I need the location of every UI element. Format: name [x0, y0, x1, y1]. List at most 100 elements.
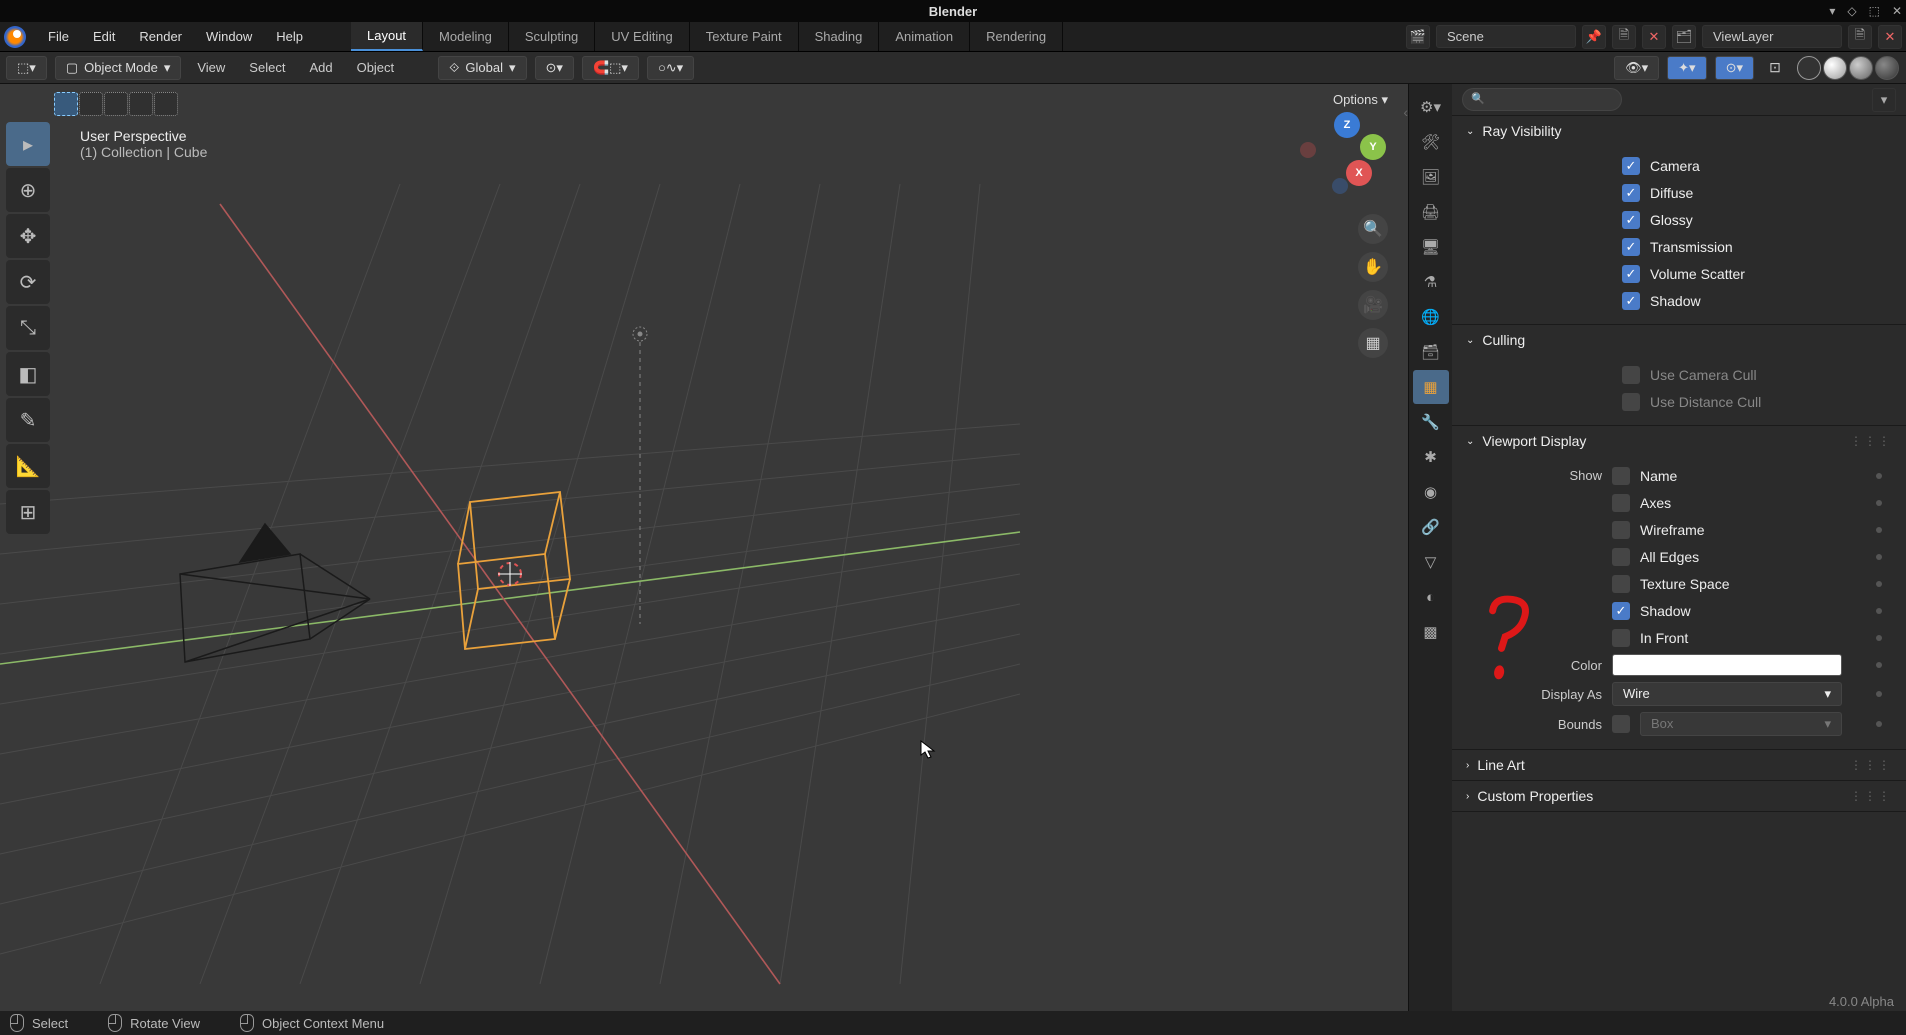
tab-uv-editing[interactable]: UV Editing: [595, 22, 689, 51]
tab-object-icon[interactable]: ▦: [1413, 370, 1449, 404]
editor-type-dropdown[interactable]: ⬚▾: [6, 56, 47, 80]
axis-z-icon[interactable]: Z: [1334, 112, 1360, 138]
tab-physics-icon[interactable]: ◉: [1413, 475, 1449, 509]
menu-window[interactable]: Window: [194, 29, 264, 44]
scene-name-input[interactable]: Scene: [1436, 25, 1576, 48]
animate-dot-icon[interactable]: [1876, 554, 1882, 560]
snap-dropdown[interactable]: 🧲⬚▾: [582, 56, 639, 80]
select-mode-extend[interactable]: [79, 92, 103, 116]
tab-viewlayer-icon[interactable]: 🖥: [1413, 230, 1449, 264]
collapse-handle-icon[interactable]: ‹: [1403, 104, 1408, 120]
tool-annotate[interactable]: ✎: [6, 398, 50, 442]
tab-rendering[interactable]: Rendering: [970, 22, 1063, 51]
drag-handle-icon[interactable]: ⋮⋮⋮: [1850, 789, 1892, 803]
tool-select-box[interactable]: ▸: [6, 122, 50, 166]
tab-animation[interactable]: Animation: [879, 22, 970, 51]
checkbox-shadow-display[interactable]: ✓: [1612, 602, 1630, 620]
browse-scene-icon[interactable]: 🎬: [1406, 25, 1430, 49]
xray-toggle[interactable]: ⊡: [1762, 55, 1788, 81]
select-mode-new[interactable]: [54, 92, 78, 116]
tab-tool-icon[interactable]: 🛠: [1413, 125, 1449, 159]
checkbox-shadow[interactable]: ✓: [1622, 292, 1640, 310]
header-culling[interactable]: ⌄ Culling: [1452, 325, 1906, 355]
search-input[interactable]: [1462, 88, 1622, 111]
tab-particles-icon[interactable]: ✱: [1413, 440, 1449, 474]
drag-handle-icon[interactable]: ⋮⋮⋮: [1850, 434, 1892, 448]
pivot-dropdown[interactable]: ⊙▾: [535, 56, 574, 80]
checkbox-name[interactable]: [1612, 467, 1630, 485]
checkbox-volume-scatter[interactable]: ✓: [1622, 265, 1640, 283]
visibility-dropdown[interactable]: 👁▾: [1614, 56, 1659, 80]
toolmenu-add[interactable]: Add: [301, 57, 340, 78]
checkbox-diffuse[interactable]: ✓: [1622, 184, 1640, 202]
checkbox-in-front[interactable]: [1612, 629, 1630, 647]
tool-measure[interactable]: 📐: [6, 444, 50, 488]
menu-edit[interactable]: Edit: [81, 29, 127, 44]
checkbox-wireframe-display[interactable]: [1612, 521, 1630, 539]
gizmo-dropdown[interactable]: ✦▾: [1667, 56, 1706, 80]
tab-material-icon[interactable]: ◐: [1413, 580, 1449, 614]
select-mode-invert[interactable]: [129, 92, 153, 116]
animate-dot-icon[interactable]: [1876, 662, 1882, 668]
tab-texture-icon[interactable]: ▩: [1413, 615, 1449, 649]
editor-type-icon[interactable]: ⚙▾: [1413, 90, 1449, 124]
tab-scene-icon[interactable]: ⚗: [1413, 265, 1449, 299]
header-line-art[interactable]: › Line Art ⋮⋮⋮: [1452, 750, 1906, 780]
animate-dot-icon[interactable]: [1876, 473, 1882, 479]
tool-cursor[interactable]: ⊕: [6, 168, 50, 212]
tab-modeling[interactable]: Modeling: [423, 22, 509, 51]
pan-icon[interactable]: ✋: [1358, 252, 1388, 282]
new-scene-icon[interactable]: 🗎: [1612, 25, 1636, 49]
animate-dot-icon[interactable]: [1876, 635, 1882, 641]
tool-rotate[interactable]: ⟳: [6, 260, 50, 304]
window-minimize-icon[interactable]: ▾: [1829, 4, 1835, 18]
checkbox-texture-space[interactable]: [1612, 575, 1630, 593]
viewlayer-name-input[interactable]: ViewLayer: [1702, 25, 1842, 48]
tab-modifiers-icon[interactable]: 🔧: [1413, 405, 1449, 439]
header-viewport-display[interactable]: ⌄ Viewport Display ⋮⋮⋮: [1452, 426, 1906, 456]
orientation-dropdown[interactable]: ⟐ Global ▾: [438, 56, 526, 80]
shading-rendered-icon[interactable]: [1875, 56, 1899, 80]
checkbox-camera-cull[interactable]: [1622, 366, 1640, 384]
checkbox-glossy[interactable]: ✓: [1622, 211, 1640, 229]
menu-file[interactable]: File: [36, 29, 81, 44]
axis-neg-z-icon[interactable]: [1332, 178, 1348, 194]
select-mode-intersect[interactable]: [154, 92, 178, 116]
zoom-icon[interactable]: 🔍: [1358, 214, 1388, 244]
menu-render[interactable]: Render: [127, 29, 194, 44]
select-mode-subtract[interactable]: [104, 92, 128, 116]
animate-dot-icon[interactable]: [1876, 691, 1882, 697]
bounds-dropdown[interactable]: Box▾: [1640, 712, 1842, 736]
toolmenu-select[interactable]: Select: [241, 57, 293, 78]
tab-data-icon[interactable]: ▽: [1413, 545, 1449, 579]
tab-texture-paint[interactable]: Texture Paint: [690, 22, 799, 51]
toolmenu-object[interactable]: Object: [349, 57, 403, 78]
checkbox-axes[interactable]: [1612, 494, 1630, 512]
nav-gizmo[interactable]: Z Y X: [1296, 112, 1386, 202]
toolmenu-view[interactable]: View: [189, 57, 233, 78]
axis-x-icon[interactable]: X: [1346, 160, 1372, 186]
delete-viewlayer-icon[interactable]: ✕: [1878, 25, 1902, 49]
display-as-dropdown[interactable]: Wire▾: [1612, 682, 1842, 706]
tab-shading[interactable]: Shading: [799, 22, 880, 51]
overlay-dropdown[interactable]: ⊙▾: [1715, 56, 1754, 80]
3d-viewport[interactable]: User Perspective (1) Collection | Cube ▸…: [0, 84, 1408, 1011]
checkbox-distance-cull[interactable]: [1622, 393, 1640, 411]
tab-world-icon[interactable]: 🌐: [1413, 300, 1449, 334]
tab-sculpting[interactable]: Sculpting: [509, 22, 595, 51]
shading-matpreview-icon[interactable]: [1849, 56, 1873, 80]
camera-view-icon[interactable]: 🎥: [1358, 290, 1388, 320]
tool-scale[interactable]: ⤡: [6, 306, 50, 350]
window-close-icon[interactable]: ✕: [1892, 4, 1902, 18]
mode-dropdown[interactable]: ▢ Object Mode ▾: [55, 56, 182, 80]
animate-dot-icon[interactable]: [1876, 581, 1882, 587]
header-ray-visibility[interactable]: ⌄ Ray Visibility: [1452, 116, 1906, 146]
new-viewlayer-icon[interactable]: 🗎: [1848, 25, 1872, 49]
animate-dot-icon[interactable]: [1876, 527, 1882, 533]
options-menu-icon[interactable]: ▾: [1872, 88, 1896, 112]
header-custom-properties[interactable]: › Custom Properties ⋮⋮⋮: [1452, 781, 1906, 811]
tab-constraints-icon[interactable]: 🔗: [1413, 510, 1449, 544]
menu-help[interactable]: Help: [264, 29, 315, 44]
tool-transform[interactable]: ◧: [6, 352, 50, 396]
delete-scene-icon[interactable]: ✕: [1642, 25, 1666, 49]
